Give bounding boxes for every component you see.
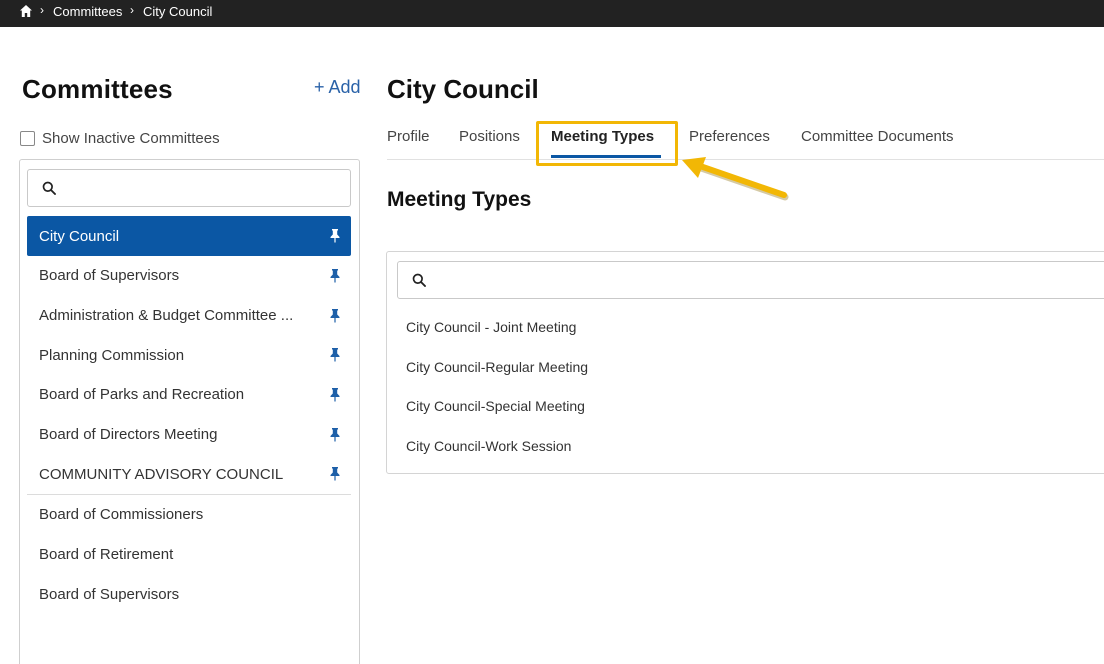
meeting-type-item[interactable]: City Council-Special Meeting [406, 398, 585, 414]
committee-item-board-of-supervisors-2[interactable]: Board of Supervisors [27, 575, 351, 615]
committee-list: City Council Board of Supervisors Admini… [27, 216, 351, 614]
tab-preferences[interactable]: Preferences [689, 128, 770, 145]
meeting-type-item[interactable]: City Council-Work Session [406, 438, 571, 454]
committee-item-label: Board of Retirement [39, 546, 174, 564]
committee-list-panel: City Council Board of Supervisors Admini… [19, 159, 360, 664]
committee-item-city-council[interactable]: City Council [27, 216, 351, 256]
pin-icon[interactable] [329, 268, 341, 283]
committee-item-community-advisory[interactable]: COMMUNITY ADVISORY COUNCIL [27, 454, 351, 494]
committee-item-label: COMMUNITY ADVISORY COUNCIL [39, 465, 284, 483]
pin-icon[interactable] [329, 387, 341, 402]
chevron-right-icon: › [40, 3, 44, 17]
committee-item-label: City Council [39, 227, 120, 245]
committee-item-label: Board of Supervisors [39, 267, 180, 285]
search-icon [412, 273, 426, 287]
show-inactive-toggle[interactable]: Show Inactive Committees [20, 128, 220, 148]
pin-icon[interactable] [329, 466, 341, 481]
committee-item-label: Board of Directors Meeting [39, 426, 218, 444]
annotation-highlight-box [536, 121, 678, 166]
committee-item-board-of-commissioners[interactable]: Board of Commissioners [27, 495, 351, 535]
meeting-type-search-input[interactable] [397, 261, 1104, 299]
committee-item-board-of-retirement[interactable]: Board of Retirement [27, 535, 351, 575]
committee-item-parks-recreation[interactable]: Board of Parks and Recreation [27, 375, 351, 415]
committee-item-label: Board of Commissioners [39, 506, 204, 524]
committee-item-board-of-directors[interactable]: Board of Directors Meeting [27, 415, 351, 455]
home-icon[interactable] [19, 4, 33, 18]
page-title: City Council [387, 74, 539, 104]
committee-search-input[interactable] [27, 169, 351, 207]
committee-item-label: Board of Parks and Recreation [39, 386, 245, 404]
section-title: Meeting Types [387, 188, 532, 211]
meeting-type-item[interactable]: City Council-Regular Meeting [406, 359, 588, 375]
committees-heading: Committees [22, 74, 173, 104]
tab-positions[interactable]: Positions [459, 128, 520, 145]
committee-item-label: Board of Supervisors [39, 585, 180, 603]
pin-icon[interactable] [329, 347, 341, 362]
committee-item-board-of-supervisors[interactable]: Board of Supervisors [27, 256, 351, 296]
pin-icon[interactable] [329, 228, 341, 243]
search-icon [42, 181, 56, 195]
breadcrumb-committees[interactable]: Committees [53, 4, 122, 19]
committee-item-planning-commission[interactable]: Planning Commission [27, 335, 351, 375]
breadcrumb-bar: › Committees › City Council [0, 0, 1104, 27]
committee-item-label: Planning Commission [39, 346, 185, 364]
pin-icon[interactable] [329, 427, 341, 442]
chevron-right-icon: › [130, 3, 134, 17]
tab-profile[interactable]: Profile [387, 128, 430, 145]
committee-item-label: Administration & Budget Committee ... [39, 307, 294, 325]
committee-item-administration-budget[interactable]: Administration & Budget Committee ... [27, 296, 351, 336]
meeting-type-item[interactable]: City Council - Joint Meeting [406, 319, 576, 335]
tab-committee-documents[interactable]: Committee Documents [801, 128, 954, 145]
show-inactive-checkbox[interactable] [20, 130, 35, 146]
breadcrumb-city-council[interactable]: City Council [143, 4, 212, 19]
pin-icon[interactable] [329, 308, 341, 323]
show-inactive-label: Show Inactive Committees [42, 129, 220, 147]
meeting-types-panel: City Council - Joint Meeting City Counci… [386, 251, 1104, 474]
annotation-arrow-icon [682, 157, 789, 201]
add-committee-button[interactable]: + Add [314, 77, 361, 98]
